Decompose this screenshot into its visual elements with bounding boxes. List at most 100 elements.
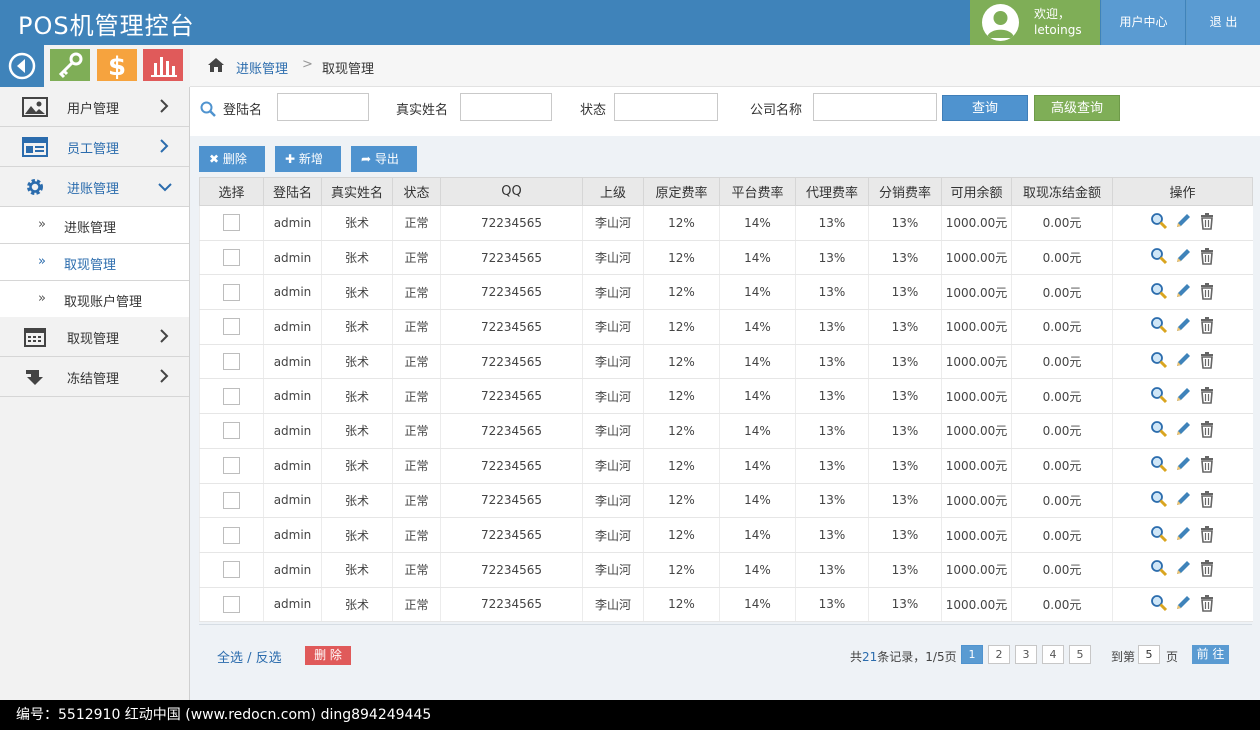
edit-icon[interactable] [1174,282,1192,300]
breadcrumb-link-income[interactable]: 进账管理 [236,58,288,77]
row-checkbox[interactable] [223,318,240,336]
sidebar-item-label: 冻结管理 [67,372,120,387]
trash-icon[interactable] [1198,247,1216,265]
row-checkbox[interactable] [223,561,240,579]
search-icon[interactable] [1150,212,1168,230]
add-button[interactable]: ✚ 新增 [275,146,341,172]
search-icon[interactable] [1150,282,1168,300]
search-icon[interactable] [1150,247,1168,265]
edit-icon[interactable] [1174,490,1192,508]
home-icon[interactable] [207,57,225,73]
sidebar-item-staff[interactable]: 员工管理 [0,127,189,167]
trash-icon[interactable] [1198,316,1216,335]
sidebar-item-income[interactable]: 进账管理 [0,167,189,207]
edit-icon[interactable] [1174,525,1192,543]
sidebar-item-withdraw[interactable]: 取现管理 [0,317,189,357]
table-cell: admin [263,274,322,311]
edit-icon[interactable] [1174,455,1192,473]
table-cell: 12% [643,344,720,380]
page-button[interactable]: 3 [1015,645,1037,664]
key-button[interactable] [50,49,90,81]
trash-icon[interactable] [1198,212,1216,231]
logout-button[interactable]: 退 出 [1186,0,1260,45]
export-button[interactable]: ➦ 导出 [351,146,417,172]
trash-icon[interactable] [1198,386,1216,404]
edit-icon[interactable] [1174,420,1192,438]
subitem-label: 进账管理 [64,221,117,236]
search-icon[interactable] [1150,455,1168,473]
table-cell: 14% [719,344,796,380]
search-icon[interactable] [1150,386,1168,404]
go-button[interactable]: 前 往 [1192,645,1229,664]
search-icon[interactable] [1150,490,1168,508]
record-count: 21 [862,650,878,664]
sidebar-subitem-income[interactable]: » 进账管理 [0,207,189,244]
page-button[interactable]: 2 [988,645,1010,664]
sidebar-item-freeze[interactable]: 冻结管理 [0,357,189,397]
table-row: admin 张术 正常 72234565 李山河 12% 14% 13% 13% 1000.00元… [199,413,1253,449]
edit-icon[interactable] [1174,212,1192,230]
table-cell: 李山河 [582,483,644,519]
trash-icon[interactable] [1198,490,1216,508]
search-icon[interactable] [1150,559,1168,577]
row-checkbox[interactable] [223,387,240,405]
back-button[interactable] [0,45,44,87]
search-icon[interactable] [1150,316,1168,334]
row-checkbox[interactable] [223,595,240,613]
row-checkbox[interactable] [223,422,240,440]
table-cell: 13% [868,413,942,449]
page-button[interactable]: 5 [1069,645,1091,664]
row-checkbox[interactable] [223,249,240,267]
search-icon[interactable] [1150,594,1168,612]
table-cell: 正常 [392,344,441,380]
edit-icon[interactable] [1174,351,1192,369]
chart-button[interactable] [143,49,183,81]
sidebar-subitem-withdraw[interactable]: » 取现管理 [0,244,189,281]
row-checkbox[interactable] [223,353,240,371]
page-button[interactable]: 1 [961,645,983,664]
table-cell: 14% [719,552,796,588]
goto-page-input[interactable]: 5 [1138,645,1160,664]
edit-icon[interactable] [1174,559,1192,577]
row-checkbox[interactable] [223,457,240,475]
table-cell: 李山河 [582,517,644,553]
table-cell: 1000.00元 [941,378,1012,415]
trash-icon[interactable] [1198,351,1216,369]
real-name-input[interactable] [460,93,552,121]
page-button[interactable]: 4 [1042,645,1064,664]
edit-icon[interactable] [1174,316,1192,334]
row-checkbox[interactable] [223,283,240,301]
delete-button[interactable]: ✖ 删除 [199,146,265,172]
company-name-input[interactable] [813,93,937,121]
search-icon[interactable] [1150,420,1168,438]
row-checkbox[interactable] [223,491,240,509]
trash-icon[interactable] [1198,525,1216,543]
batch-delete-button[interactable]: 删 除 [305,646,351,665]
trash-icon[interactable] [1198,559,1216,578]
table-cell: admin [263,587,322,623]
close-icon: ✖ [209,152,223,166]
row-checkbox[interactable] [223,214,240,232]
query-button[interactable]: 查询 [942,95,1028,121]
trash-icon[interactable] [1198,455,1216,473]
status-input[interactable] [614,93,718,121]
select-all-link[interactable]: 全选 / 反选 [217,647,282,666]
table-cell: 1000.00元 [941,205,1012,241]
trash-icon[interactable] [1198,420,1216,439]
table-cell: 14% [719,205,796,241]
edit-icon[interactable] [1174,247,1192,265]
user-panel[interactable]: 欢迎， letoings [970,0,1100,45]
edit-icon[interactable] [1174,386,1192,404]
trash-icon[interactable] [1198,282,1216,300]
row-checkbox[interactable] [223,526,240,544]
dollar-button[interactable]: $ [97,49,137,81]
search-icon[interactable] [1150,525,1168,543]
trash-icon[interactable] [1198,594,1216,612]
user-center-button[interactable]: 用户中心 [1101,0,1185,45]
sidebar-subitem-withdraw-account[interactable]: » 取现账户管理 [0,281,189,318]
login-name-input[interactable] [277,93,369,121]
edit-icon[interactable] [1174,594,1192,612]
advanced-query-button[interactable]: 高级查询 [1034,95,1120,121]
search-icon[interactable] [1150,351,1168,369]
sidebar-item-users[interactable]: 用户管理 [0,87,189,127]
